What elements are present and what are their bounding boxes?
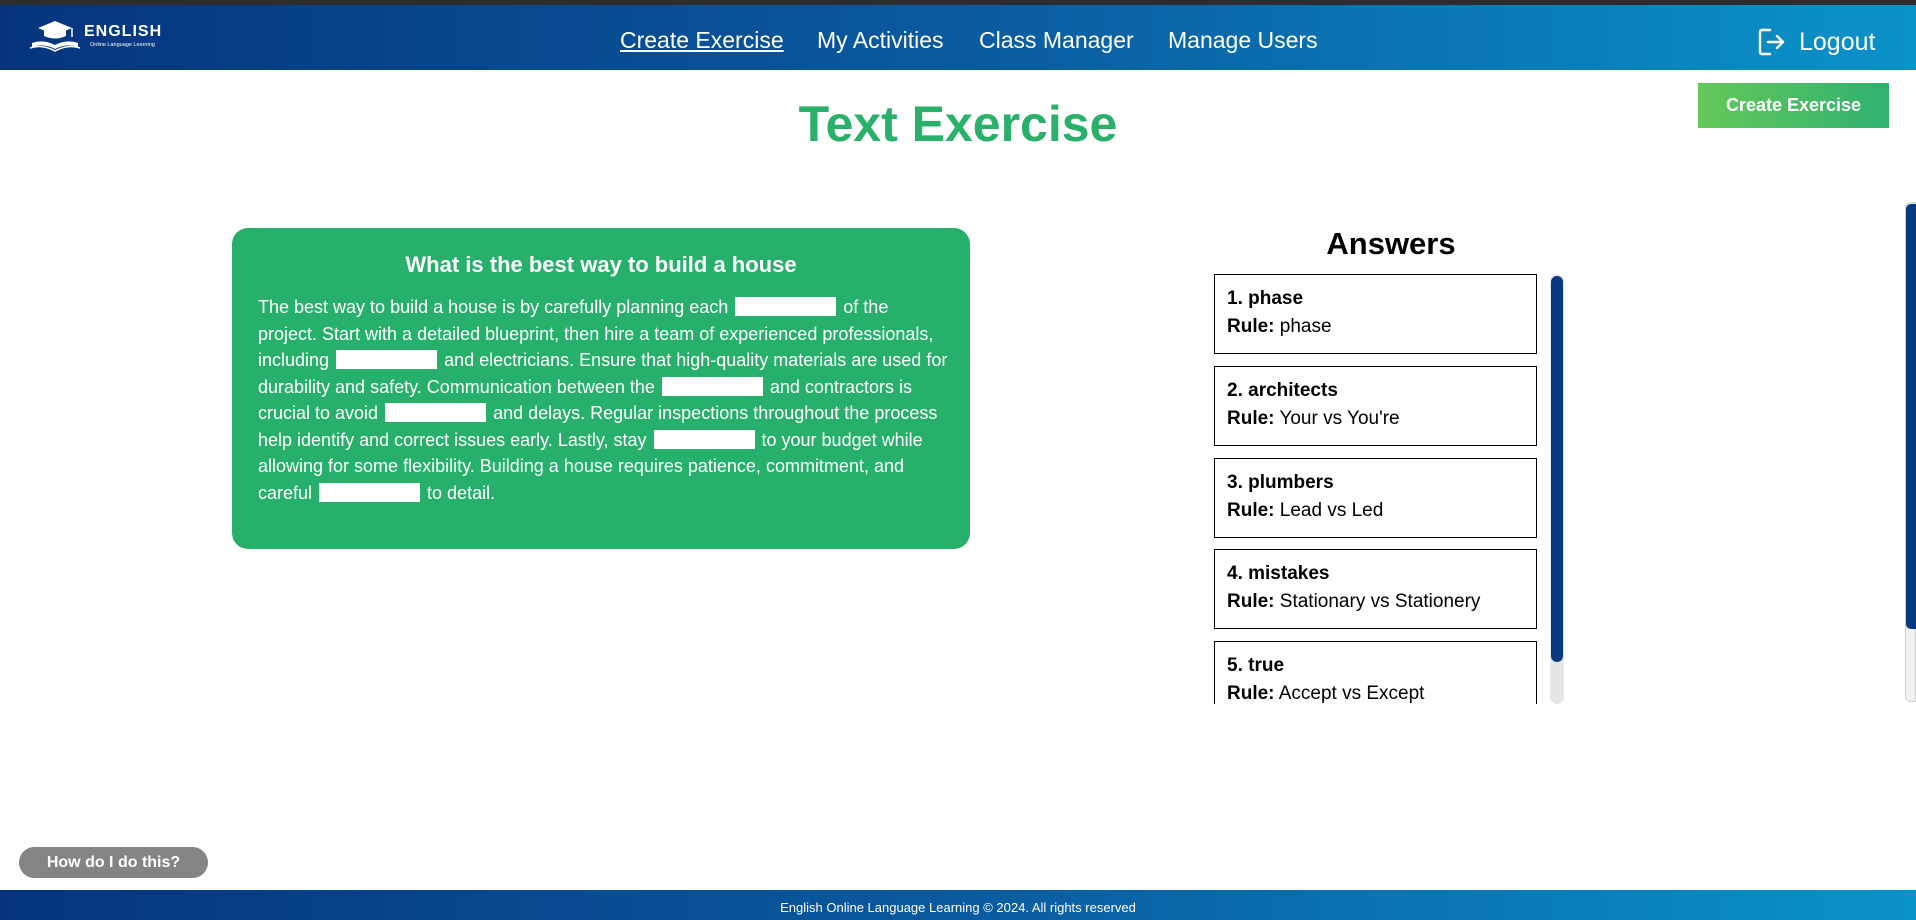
- answer-card: 1. phase Rule: phase: [1214, 274, 1537, 354]
- answer-rule: Rule: Accept vs Except: [1227, 683, 1524, 704]
- answer-blank[interactable]: [319, 482, 421, 502]
- brand-logo[interactable]: ENGLISH Online Language Learning: [28, 19, 168, 57]
- graduation-cap-book-icon: [29, 21, 81, 52]
- answer-rule: Rule: Lead vs Led: [1227, 500, 1524, 522]
- logout-button[interactable]: Logout: [1757, 25, 1875, 59]
- exercise-text: The best way to build a house is by care…: [258, 294, 948, 506]
- rule-value: Accept vs Except: [1278, 683, 1425, 704]
- answers-title: Answers: [1326, 226, 1456, 261]
- help-button[interactable]: How do I do this?: [19, 847, 208, 878]
- answer-blank[interactable]: [653, 429, 755, 449]
- top-navbar: ENGLISH Online Language Learning Create …: [0, 5, 1916, 70]
- logout-icon: [1758, 28, 1785, 56]
- logout-label: Logout: [1799, 27, 1876, 56]
- answers-scrollbar-thumb[interactable]: [1551, 276, 1563, 662]
- answer-word: 4. mistakes: [1227, 563, 1330, 584]
- exercise-text-segment: The best way to build a house is by care…: [258, 297, 729, 317]
- footer-copyright: English Online Language Learning © 2024.…: [780, 899, 1136, 915]
- answers-list[interactable]: 1. phase Rule: phase 2. architects Rule:…: [1214, 274, 1564, 704]
- answer-word: 2. architects: [1227, 380, 1338, 401]
- brand-title: ENGLISH: [84, 23, 163, 40]
- footer: English Online Language Learning © 2024.…: [0, 890, 1916, 920]
- nav-link-manage-users[interactable]: Manage Users: [1168, 27, 1318, 54]
- rule-label: Rule:: [1227, 408, 1275, 429]
- answer-blank[interactable]: [661, 376, 763, 396]
- rule-value: Stationary vs Stationery: [1279, 591, 1481, 612]
- exercise-card: What is the best way to build a house Th…: [232, 228, 970, 549]
- answer-rule: Rule: phase: [1227, 316, 1524, 338]
- answer-blank[interactable]: [735, 297, 837, 316]
- exercise-title: What is the best way to build a house: [405, 252, 797, 277]
- answer-card: 2. architects Rule: Your vs You're: [1214, 366, 1537, 446]
- rule-label: Rule:: [1227, 316, 1275, 337]
- answer-word: 5. true: [1227, 655, 1285, 676]
- rule-value: phase: [1279, 316, 1332, 337]
- nav-link-class-manager[interactable]: Class Manager: [979, 27, 1134, 54]
- answer-card: 3. plumbers Rule: Lead vs Led: [1214, 458, 1537, 538]
- rule-label: Rule:: [1227, 683, 1275, 704]
- rule-label: Rule:: [1227, 591, 1275, 612]
- answer-blank[interactable]: [336, 350, 438, 369]
- brand-subtitle: Online Language Learning: [90, 42, 155, 48]
- answer-rule: Rule: Stationary vs Stationery: [1227, 591, 1524, 613]
- answer-card: 5. true Rule: Accept vs Except: [1214, 641, 1537, 704]
- nav-link-my-activities[interactable]: My Activities: [817, 27, 944, 54]
- answer-rule: Rule: Your vs You're: [1227, 408, 1524, 430]
- answer-blank[interactable]: [385, 403, 487, 422]
- create-exercise-button[interactable]: Create Exercise: [1698, 83, 1889, 128]
- nav-link-create-exercise[interactable]: Create Exercise: [620, 27, 784, 54]
- page-scrollbar-thumb[interactable]: [1906, 204, 1916, 629]
- rule-value: Lead vs Led: [1279, 500, 1384, 521]
- exercise-text-segment: to detail.: [427, 482, 496, 503]
- page-title: Text Exercise: [798, 96, 1118, 152]
- answer-card: 4. mistakes Rule: Stationary vs Statione…: [1214, 549, 1537, 629]
- answer-word: 1. phase: [1227, 288, 1304, 309]
- rule-label: Rule:: [1227, 500, 1275, 521]
- answer-word: 3. plumbers: [1227, 472, 1334, 493]
- rule-value: Your vs You're: [1279, 408, 1400, 429]
